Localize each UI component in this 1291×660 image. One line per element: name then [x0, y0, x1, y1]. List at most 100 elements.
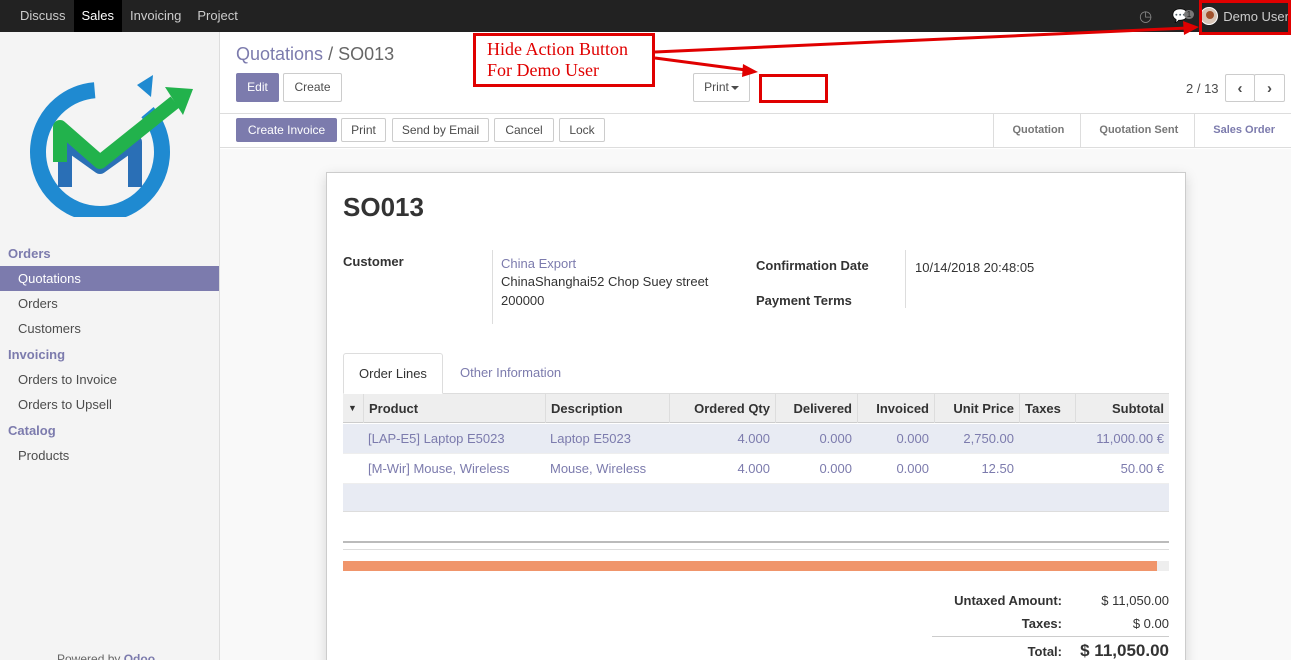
customer-label: Customer — [343, 254, 404, 269]
cell-subtotal: 50.00 € — [1120, 461, 1164, 476]
column-header-product[interactable]: Product — [363, 394, 545, 423]
notebook-tabs: Order Lines Other Information — [343, 353, 1169, 394]
sidebar: Orders Quotations Orders Customers Invoi… — [0, 32, 220, 660]
pager-previous-button[interactable]: ‹ — [1225, 74, 1255, 102]
top-navbar: Discuss Sales Invoicing Project ◷ 💬 1 Dem… — [0, 0, 1291, 32]
company-logo — [30, 75, 193, 217]
sidebar-item-quotations[interactable]: Quotations — [0, 266, 219, 291]
customer-divider — [492, 250, 493, 324]
breadcrumb-current: SO013 — [338, 44, 395, 64]
total-label: Total: — [1027, 644, 1062, 659]
caret-down-icon — [730, 85, 739, 90]
column-header-description[interactable]: Description — [545, 394, 669, 423]
annotation-user-highlight — [1199, 0, 1291, 35]
breadcrumb-quotations[interactable]: Quotations — [236, 44, 323, 64]
stage-bar: Quotation Quotation Sent Sales Order — [993, 114, 1291, 147]
menu-project[interactable]: Project — [189, 0, 245, 32]
pager-value: 2 / 13 — [1186, 81, 1219, 96]
print-button[interactable]: Print — [341, 118, 386, 142]
menu-discuss[interactable]: Discuss — [12, 0, 74, 32]
annotation-callout: Hide Action Button For Demo User — [473, 33, 655, 87]
menu-invoicing[interactable]: Invoicing — [122, 0, 189, 32]
annotation-line1: Hide Action Button — [487, 39, 628, 59]
cell-invoiced: 0.000 — [896, 461, 929, 476]
cell-description: Mouse, Wireless — [550, 461, 647, 476]
column-header-ordered-qty[interactable]: Ordered Qty — [669, 394, 775, 423]
confirmation-date-label: Confirmation Date — [756, 258, 869, 273]
untaxed-amount-label: Untaxed Amount: — [954, 593, 1062, 608]
edit-button[interactable]: Edit — [236, 73, 279, 102]
sort-handle-icon[interactable]: ▼ — [343, 394, 363, 423]
table-row[interactable]: [LAP-E5] Laptop E5023 Laptop E5023 4.000… — [343, 424, 1169, 454]
cell-ordered-qty: 4.000 — [737, 431, 770, 446]
menu-sales[interactable]: Sales — [73, 0, 123, 32]
cell-ordered-qty: 4.000 — [737, 461, 770, 476]
total-value: $ 11,050.00 — [1080, 641, 1169, 660]
breadcrumb: Quotations / SO013 — [236, 44, 394, 65]
sidebar-item-orders-to-upsell[interactable]: Orders to Upsell — [0, 392, 219, 417]
column-header-delivered[interactable]: Delivered — [775, 394, 857, 423]
untaxed-amount-value: $ 11,050.00 — [1101, 593, 1169, 608]
tab-order-lines[interactable]: Order Lines — [343, 353, 443, 394]
create-button[interactable]: Create — [283, 73, 342, 102]
sidebar-item-customers[interactable]: Customers — [0, 316, 219, 341]
cancel-button[interactable]: Cancel — [494, 118, 554, 142]
annotation-hidden-action-box — [759, 74, 828, 103]
cell-taxes — [1019, 454, 1075, 484]
cell-taxes — [1019, 424, 1075, 454]
app-menu: Discuss Sales Invoicing Project — [0, 0, 246, 32]
empty-table-row — [343, 484, 1169, 512]
print-label: Print — [704, 80, 729, 94]
cell-delivered: 0.000 — [819, 431, 852, 446]
pager-next-button[interactable]: › — [1254, 74, 1285, 102]
chat-count-badge: 1 — [1183, 10, 1195, 19]
stage-quotation[interactable]: Quotation — [993, 114, 1080, 147]
progress-bar — [343, 561, 1169, 571]
customer-address-line2: 200000 — [501, 293, 545, 308]
clock-icon[interactable]: ◷ — [1139, 7, 1152, 25]
sidebar-item-orders-to-invoice[interactable]: Orders to Invoice — [0, 367, 219, 392]
customer-link[interactable]: China Export — [501, 256, 576, 271]
cell-description: Laptop E5023 — [550, 431, 631, 446]
annotation-line2: For Demo User — [487, 60, 599, 80]
column-header-taxes[interactable]: Taxes — [1019, 394, 1075, 423]
column-header-subtotal[interactable]: Subtotal — [1075, 394, 1169, 423]
lock-button[interactable]: Lock — [559, 118, 605, 142]
cell-invoiced: 0.000 — [896, 431, 929, 446]
cell-product: [M-Wir] Mouse, Wireless — [368, 461, 510, 476]
powered-by: Powered by Odoo — [57, 652, 155, 660]
stage-quotation-sent[interactable]: Quotation Sent — [1080, 114, 1194, 147]
sidebar-category-orders: Orders — [8, 246, 51, 261]
sidebar-item-orders[interactable]: Orders — [0, 291, 219, 316]
sidebar-menu: Orders Quotations Orders Customers Invoi… — [0, 240, 219, 468]
cell-unit-price: 12.50 — [981, 461, 1014, 476]
column-header-invoiced[interactable]: Invoiced — [857, 394, 934, 423]
powered-brand-link[interactable]: Odoo — [124, 652, 155, 660]
customer-address-line1: ChinaShanghai52 Chop Suey street — [501, 274, 709, 289]
taxes-value: $ 0.00 — [1132, 616, 1169, 631]
cell-unit-price: 2,750.00 — [963, 431, 1014, 446]
tab-other-information[interactable]: Other Information — [445, 353, 576, 394]
cell-subtotal: 11,000.00 € — [1096, 431, 1164, 446]
order-name: SO013 — [343, 192, 424, 222]
confirmation-divider — [905, 250, 906, 308]
breadcrumb-separator: / — [328, 44, 334, 64]
cell-delivered: 0.000 — [819, 461, 852, 476]
sidebar-category-catalog: Catalog — [8, 423, 56, 438]
column-header-unit-price[interactable]: Unit Price — [934, 394, 1019, 423]
table-row[interactable]: [M-Wir] Mouse, Wireless Mouse, Wireless … — [343, 454, 1169, 484]
stage-sales-order[interactable]: Sales Order — [1194, 114, 1291, 147]
send-by-email-button[interactable]: Send by Email — [392, 118, 489, 142]
order-lines-header: ▼ Product Description Ordered Qty Delive… — [343, 394, 1169, 423]
create-invoice-button[interactable]: Create Invoice — [236, 118, 337, 142]
chat-icon[interactable]: 💬 1 — [1172, 8, 1195, 24]
taxes-label: Taxes: — [1021, 616, 1062, 631]
print-dropdown-button[interactable]: Print — [693, 73, 750, 102]
powered-prefix: Powered by — [57, 652, 121, 660]
sidebar-item-products[interactable]: Products — [0, 443, 219, 468]
payment-terms-label: Payment Terms — [756, 293, 852, 308]
table-footer-separator — [343, 541, 1169, 550]
sidebar-category-invoicing: Invoicing — [8, 347, 66, 362]
cell-product: [LAP-E5] Laptop E5023 — [368, 431, 505, 446]
confirmation-date-value: 10/14/2018 20:48:05 — [915, 260, 1035, 275]
